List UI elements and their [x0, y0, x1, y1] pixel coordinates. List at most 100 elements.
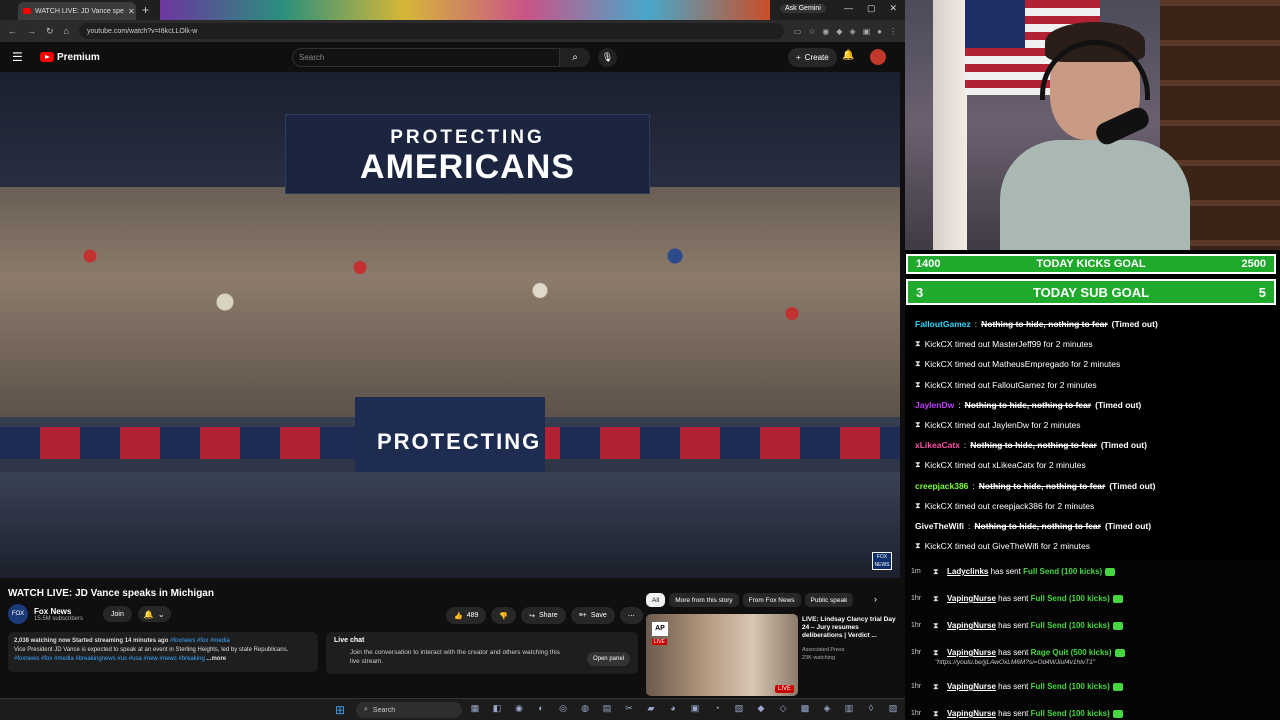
event-user[interactable]: VapingNurse: [947, 682, 996, 691]
chat-username[interactable]: creepjack386: [915, 481, 968, 491]
new-tab-icon[interactable]: +: [142, 3, 149, 17]
app-icon[interactable]: ◆: [754, 703, 768, 714]
app-icon[interactable]: ◈: [820, 703, 834, 714]
browser-menu-icon[interactable]: ⋮: [889, 27, 897, 36]
chat-message: ⧗ KickCX timed out xLikeaCatx for 2 minut…: [915, 455, 1272, 475]
search-button[interactable]: ⌕: [560, 48, 590, 67]
more-link[interactable]: ...more: [206, 656, 226, 662]
event-user[interactable]: VapingNurse: [947, 648, 996, 657]
chat-username[interactable]: GiveTheWifi: [915, 521, 964, 531]
chat-username[interactable]: xLikeaCatx: [915, 440, 960, 450]
chrome-icon[interactable]: ◎: [556, 703, 570, 714]
description-box[interactable]: 2,038 watching now Started streaming 14 …: [8, 632, 318, 672]
video-player[interactable]: PROTECTING AMERICANS PROTECTING FOX NEWS: [0, 72, 900, 578]
event-sub-text[interactable]: "https://youtu.be/jjLAwOxLM6M?si=Od4WJiu…: [935, 659, 1095, 666]
steam-icon[interactable]: ◔: [710, 703, 724, 714]
voice-search-icon[interactable]: 🎙: [598, 48, 617, 67]
gift-name: Full Send (100 kicks): [1030, 682, 1110, 691]
banner-line1: PROTECTING: [390, 127, 545, 148]
edge-icon[interactable]: ◐: [534, 703, 548, 714]
chat-username[interactable]: JaylenDw: [915, 400, 954, 410]
video-banner: PROTECTING AMERICANS: [285, 114, 650, 194]
extension-icon[interactable]: ◆: [836, 27, 842, 36]
task-view-icon[interactable]: ▦: [468, 703, 482, 714]
share-button[interactable]: ↪ Share: [521, 607, 566, 624]
thumbs-down-icon: 👎: [499, 612, 509, 620]
join-button[interactable]: Join: [103, 606, 132, 622]
chat-username[interactable]: FalloutGamez: [915, 319, 971, 329]
chip-public-speak[interactable]: Public speak: [804, 593, 854, 607]
event-time: 1hr: [911, 683, 922, 690]
like-button[interactable]: 👍 489: [446, 607, 487, 624]
event-user[interactable]: Ladyclinks: [947, 567, 988, 576]
more-actions-button[interactable]: ⋯: [619, 607, 643, 624]
chip-all[interactable]: All: [646, 593, 666, 607]
kick-icon: ⧗: [933, 621, 939, 630]
snipping-icon[interactable]: ✂: [622, 703, 636, 714]
chip-from-fox-news[interactable]: From Fox News: [742, 593, 801, 607]
cast-icon[interactable]: ▭: [794, 27, 802, 36]
spotify-icon[interactable]: ◕: [666, 703, 680, 714]
close-window-icon[interactable]: ✕: [889, 3, 897, 14]
store-icon[interactable]: ▣: [688, 703, 702, 714]
home-icon[interactable]: ⌂: [64, 26, 69, 36]
open-panel-button[interactable]: Open panel: [586, 652, 630, 666]
kick-icon: ⧗: [933, 594, 939, 603]
dislike-button[interactable]: 👎: [491, 607, 517, 624]
event-user[interactable]: VapingNurse: [947, 594, 996, 603]
chat-text: Nothing to hide, nothing to fear: [974, 520, 1101, 531]
back-icon[interactable]: ←: [8, 26, 17, 36]
chip-more-from-story[interactable]: More from this story: [669, 593, 739, 607]
profile-icon[interactable]: ●: [877, 27, 882, 36]
chevron-right-icon[interactable]: ›: [874, 594, 877, 604]
event-message: VapingNurse has sent Full Send (100 kick…: [947, 621, 1123, 630]
app-icon[interactable]: ▨: [886, 703, 900, 714]
extension-icon[interactable]: ▣: [863, 27, 871, 36]
channel-name[interactable]: Fox News: [34, 607, 83, 616]
ask-gemini-button[interactable]: Ask Gemini: [780, 4, 826, 13]
chrome-icon[interactable]: ◉: [512, 703, 526, 714]
minimize-icon[interactable]: —: [844, 3, 853, 14]
obs-icon[interactable]: ◍: [578, 703, 592, 714]
kick-icon: ⧗: [933, 682, 939, 691]
forward-icon[interactable]: →: [27, 26, 36, 36]
avatar[interactable]: [870, 49, 886, 65]
hourglass-icon: ⧗: [915, 460, 921, 470]
extension-icon[interactable]: ◉: [822, 27, 829, 36]
description-tags[interactable]: #foxnews #fox #media #breakingnews #us #…: [14, 656, 205, 662]
subscribed-bell-button[interactable]: 🔔 ⌄: [137, 606, 171, 622]
app-icon[interactable]: ▧: [732, 703, 746, 714]
app-icon[interactable]: ▥: [842, 703, 856, 714]
youtube-header: ☰ Premium Search ⌕ 🎙 + Create 🔔: [0, 42, 905, 72]
reload-icon[interactable]: ↻: [46, 26, 54, 37]
windows-start-icon[interactable]: ⊞: [335, 703, 345, 717]
app-icon[interactable]: ◇: [776, 703, 790, 714]
thumb-live-tag: LIVE: [652, 639, 667, 645]
tab-close-icon[interactable]: ✕: [128, 7, 135, 16]
meta-tags: #foxnews #fox #media: [170, 638, 230, 644]
widgets-icon[interactable]: ◧: [490, 703, 504, 714]
taskbar-search[interactable]: ⌕ Search: [356, 702, 462, 718]
tab-active[interactable]: WATCH LIVE: JD Vance spe ✕: [18, 2, 136, 20]
save-button[interactable]: ≡+ Save: [570, 607, 615, 624]
app-icon[interactable]: ◊: [864, 703, 878, 714]
lower-banner-text: PROTECTING: [377, 429, 542, 454]
create-button[interactable]: + Create: [788, 48, 837, 67]
menu-icon[interactable]: ☰: [12, 50, 28, 64]
notifications-icon[interactable]: 🔔: [842, 50, 854, 61]
maximize-icon[interactable]: ▢: [867, 3, 876, 14]
app-icon[interactable]: ▤: [600, 703, 614, 714]
app-icon[interactable]: ▩: [798, 703, 812, 714]
youtube-favicon-icon: [23, 8, 31, 14]
recommended-video[interactable]: AP LIVE LIVE LIVE: Lindsay Clancy trial …: [646, 614, 896, 696]
extension-icon[interactable]: ◈: [849, 27, 855, 36]
search-input[interactable]: Search: [292, 48, 560, 67]
file-explorer-icon[interactable]: ▰: [644, 703, 658, 714]
bookmark-star-icon[interactable]: ☆: [808, 27, 815, 36]
channel-avatar[interactable]: FOX: [8, 604, 28, 624]
url-field[interactable]: youtube.com/watch?v=I8kcLLOlk-w: [78, 23, 784, 39]
youtube-logo[interactable]: Premium: [40, 52, 100, 63]
hourglass-icon: ⧗: [915, 339, 921, 349]
event-user[interactable]: VapingNurse: [947, 621, 996, 630]
event-user[interactable]: VapingNurse: [947, 709, 996, 718]
